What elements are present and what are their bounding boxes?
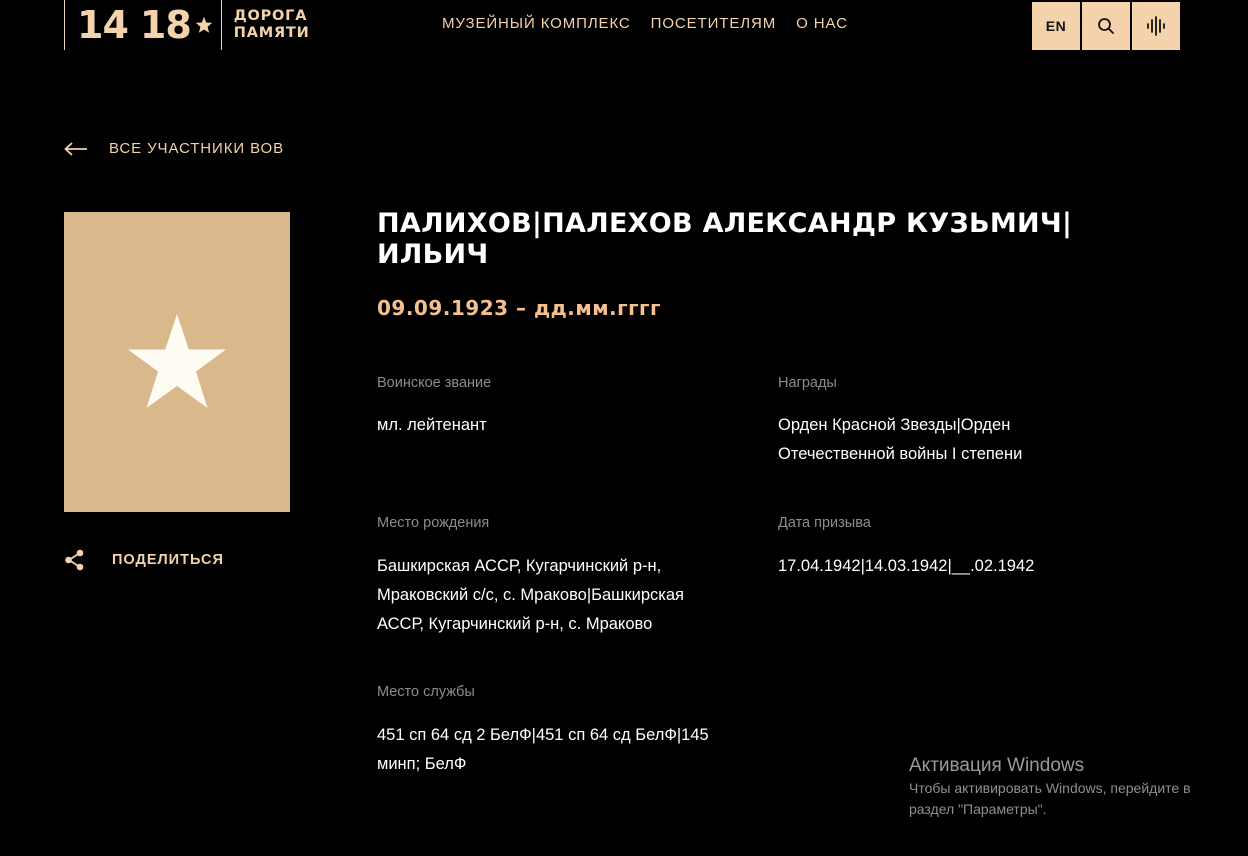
search-button[interactable] [1082, 2, 1130, 50]
language-button[interactable]: EN [1032, 2, 1080, 50]
draft-date-label: Дата призыва [778, 515, 871, 531]
header-tools: EN [1032, 2, 1180, 50]
star-icon [128, 314, 226, 408]
back-to-participants-link[interactable]: ВСЕ УЧАСТНИКИ ВОВ [64, 138, 284, 160]
birthplace-label: Место рождения [377, 515, 490, 531]
site-logo[interactable]: 14 18 ДОРОГА ПАМЯТИ [64, 0, 310, 50]
logo-text-line: ПАМЯТИ [233, 25, 310, 41]
logo-text: ДОРОГА ПАМЯТИ [222, 8, 310, 42]
awards-value: Орден Красной Звезды|Орден Отечественной… [778, 416, 1023, 463]
share-label: ПОДЕЛИТЬСЯ [112, 552, 224, 568]
person-name: ПАЛИХОВ|ПАЛЕХОВ АЛЕКСАНДР КУЗЬМИЧ|ИЛЬИЧ [377, 208, 1073, 270]
watermark-title: Активация Windows [909, 755, 1085, 776]
main-nav: МУЗЕЙНЫЙ КОМПЛЕКС ПОСЕТИТЕЛЯМ О НАС [442, 14, 848, 34]
windows-activation-watermark: Активация Windows Чтобы активировать Win… [909, 754, 1229, 820]
watermark-text: Чтобы активировать Windows, перейдите в … [909, 780, 1191, 817]
logo-number-left: 14 [77, 3, 129, 47]
page: 14 18 ДОРОГА ПАМЯТИ МУЗЕЙНЫЙ КОМПЛЕКС ПО… [0, 0, 1248, 856]
service-value: 451 сп 64 сд 2 БелФ|451 сп 64 сд БелФ|14… [377, 726, 709, 773]
logo-text-line: ДОРОГА [233, 8, 308, 24]
share-button[interactable]: ПОДЕЛИТЬСЯ [64, 548, 224, 572]
rank-value: мл. лейтенант [377, 416, 487, 434]
logo-star-icon [195, 16, 213, 33]
audio-button[interactable] [1132, 2, 1180, 50]
rank-label: Воинское звание [377, 375, 492, 391]
back-link-label: ВСЕ УЧАСТНИКИ ВОВ [109, 140, 284, 157]
nav-item-about[interactable]: О НАС [796, 14, 848, 34]
service-label: Место службы [377, 684, 475, 700]
audio-wave-icon [1147, 16, 1165, 36]
birthplace-value: Башкирская АССР, Кугарчинский р-н, Мрако… [377, 557, 684, 633]
awards-label: Награды [778, 375, 837, 391]
logo-number-right: 18 [139, 3, 192, 47]
search-icon [1098, 18, 1114, 34]
site-header: 14 18 ДОРОГА ПАМЯТИ МУЗЕЙНЫЙ КОМПЛЕКС ПО… [0, 0, 1248, 56]
draft-date-value: 17.04.1942|14.03.1942|__.02.1942 [778, 557, 1035, 575]
person-dates: 09.09.1923 – дд.мм.гггг [377, 296, 661, 320]
nav-item-visitors[interactable]: ПОСЕТИТЕЛЯМ [651, 14, 776, 34]
share-icon [65, 549, 84, 571]
language-label: EN [1045, 18, 1067, 34]
nav-item-museum-complex[interactable]: МУЗЕЙНЫЙ КОМПЛЕКС [442, 14, 631, 34]
arrow-left-icon [64, 142, 87, 156]
portrait-placeholder [64, 212, 290, 512]
